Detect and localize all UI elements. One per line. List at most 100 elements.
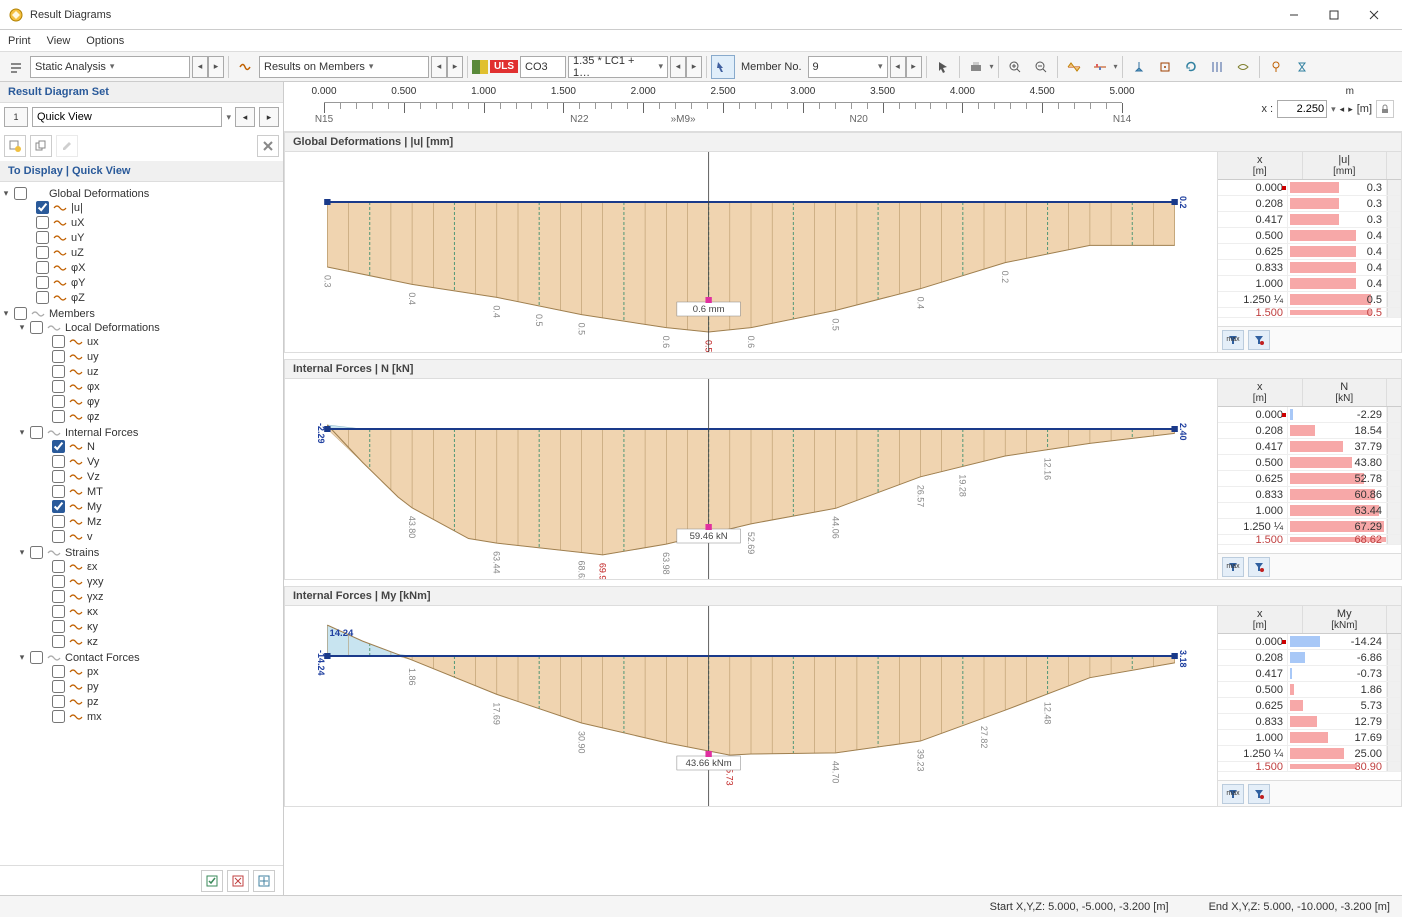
table-row[interactable]: 1.000 63.44 (1218, 503, 1401, 519)
tree-item[interactable]: uy (32, 349, 283, 364)
new-set-icon[interactable] (4, 135, 26, 157)
zoom-in-icon[interactable] (1003, 55, 1027, 79)
chart-svg[interactable]: 43.8063.4468.6269.9463.9852.6944.0626.57… (285, 379, 1217, 579)
tree-item[interactable]: My (32, 499, 283, 514)
table-row[interactable]: 0.500 1.86 (1218, 682, 1401, 698)
filter-point-icon[interactable] (1248, 784, 1270, 804)
table-row[interactable]: 0.000 -14.24 (1218, 634, 1401, 650)
set-next[interactable]: ▸ (259, 107, 279, 127)
tree-group[interactable]: ▾Internal ForcesNVyVzMTMyMzv (16, 425, 283, 545)
invert-check-icon[interactable] (253, 870, 275, 892)
menu-print[interactable]: Print (8, 35, 31, 47)
filter-max-icon[interactable]: max (1222, 330, 1244, 350)
tree-item[interactable]: MT (32, 484, 283, 499)
tree-item[interactable]: φz (32, 409, 283, 424)
chart-svg[interactable]: 0.30.40.40.50.50.60.50.60.50.40.20.2 0.6… (285, 152, 1217, 352)
table-row[interactable]: 0.208 18.54 (1218, 423, 1401, 439)
snap-icon[interactable] (1205, 55, 1229, 79)
tree-item[interactable]: uZ (16, 245, 283, 260)
edit-set-icon[interactable] (56, 135, 78, 157)
filter-max-icon[interactable]: max (1222, 557, 1244, 577)
maximize-button[interactable] (1314, 0, 1354, 30)
table-row[interactable]: 0.833 0.4 (1218, 260, 1401, 276)
tree-item[interactable]: uY (16, 230, 283, 245)
tree-group[interactable]: ▾Contact Forcespxpypzmx (16, 650, 283, 725)
table-row[interactable]: 0.500 0.4 (1218, 228, 1401, 244)
tree-item[interactable]: κy (32, 619, 283, 634)
tree-item[interactable]: εx (32, 559, 283, 574)
tree-item[interactable]: φZ (16, 290, 283, 305)
tree-item[interactable]: px (32, 664, 283, 679)
table-row[interactable]: 1.500 68.62 (1218, 535, 1401, 545)
filter-point-icon[interactable] (1248, 330, 1270, 350)
combo-prev[interactable]: ◂ (670, 56, 686, 78)
tree-item[interactable]: Vz (32, 469, 283, 484)
tree-item[interactable]: κx (32, 604, 283, 619)
tree-item[interactable]: φY (16, 275, 283, 290)
table-row[interactable]: 1.250 ¼ 0.5 (1218, 292, 1401, 308)
tree-item[interactable]: pz (32, 694, 283, 709)
tree-group[interactable]: ▾Local Deformationsuxuyuzφxφyφz (16, 320, 283, 425)
table-row[interactable]: 0.833 12.79 (1218, 714, 1401, 730)
tree-item[interactable]: |u| (16, 200, 283, 215)
set-name-input[interactable] (32, 107, 222, 127)
table-row[interactable]: 1.000 0.4 (1218, 276, 1401, 292)
delete-set-icon[interactable] (257, 135, 279, 157)
combo-next[interactable]: ▸ (686, 56, 702, 78)
member-no-combo[interactable]: 9▾ (808, 56, 888, 78)
table-row[interactable]: 0.000 -2.29 (1218, 407, 1401, 423)
analysis-next[interactable]: ▸ (208, 56, 224, 78)
table-row[interactable]: 0.417 -0.73 (1218, 666, 1401, 682)
table-row[interactable]: 0.000 0.3 (1218, 180, 1401, 196)
table-row[interactable]: 1.500 30.90 (1218, 762, 1401, 772)
member-prev[interactable]: ◂ (890, 56, 906, 78)
table-row[interactable]: 0.625 52.78 (1218, 471, 1401, 487)
tree-group[interactable]: ▾Strainsεxγxyγxzκxκyκz (16, 545, 283, 650)
tree-item[interactable]: Mz (32, 514, 283, 529)
tree-item[interactable]: Vy (32, 454, 283, 469)
tool-b-icon[interactable] (1290, 55, 1314, 79)
results-on-combo[interactable]: Results on Members▾ (259, 56, 429, 78)
analysis-type-combo[interactable]: Static Analysis▾ (30, 56, 190, 78)
tree-item[interactable]: N (32, 439, 283, 454)
combo-desc[interactable]: 1.35 * LC1 + 1…▾ (568, 56, 668, 78)
minimize-button[interactable] (1274, 0, 1314, 30)
tree-group[interactable]: ▾Global Deformations|u|uXuYuZφXφYφZ (0, 186, 283, 306)
section-icon[interactable] (1153, 55, 1177, 79)
ruler[interactable]: 0.0000.5001.0001.5002.0002.5003.0003.500… (284, 82, 1402, 132)
check-all-icon[interactable] (201, 870, 223, 892)
support-icon[interactable] (1127, 55, 1151, 79)
member-next[interactable]: ▸ (906, 56, 922, 78)
diagram-style-2-icon[interactable] (1088, 55, 1112, 79)
table-row[interactable]: 0.625 0.4 (1218, 244, 1401, 260)
tree-item[interactable]: mx (32, 709, 283, 724)
tree-item[interactable]: ux (32, 334, 283, 349)
chart-svg[interactable]: 14.241.8617.6930.9045.7344.7039.2327.821… (285, 606, 1217, 806)
filter-max-icon[interactable]: max (1222, 784, 1244, 804)
uncheck-all-icon[interactable] (227, 870, 249, 892)
tree-item[interactable]: φX (16, 260, 283, 275)
tree-item[interactable]: φy (32, 394, 283, 409)
menu-options[interactable]: Options (86, 35, 124, 47)
tree-item[interactable]: v (32, 529, 283, 544)
table-row[interactable]: 0.417 37.79 (1218, 439, 1401, 455)
table-row[interactable]: 0.208 0.3 (1218, 196, 1401, 212)
combo-code[interactable]: CO3 (520, 56, 566, 78)
envelope-icon[interactable] (1231, 55, 1255, 79)
table-row[interactable]: 1.250 ¼ 25.00 (1218, 746, 1401, 762)
tree-item[interactable]: py (32, 679, 283, 694)
results-prev[interactable]: ◂ (431, 56, 447, 78)
results-icon[interactable] (233, 55, 257, 79)
analysis-prev[interactable]: ◂ (192, 56, 208, 78)
filter-point-icon[interactable] (1248, 557, 1270, 577)
diagram-style-1-icon[interactable] (1062, 55, 1086, 79)
tool-a-icon[interactable] (1264, 55, 1288, 79)
tree-item[interactable]: uX (16, 215, 283, 230)
copy-set-icon[interactable] (30, 135, 52, 157)
tree-item[interactable]: uz (32, 364, 283, 379)
table-row[interactable]: 0.208 -6.86 (1218, 650, 1401, 666)
table-row[interactable]: 0.500 43.80 (1218, 455, 1401, 471)
tree-item[interactable]: φx (32, 379, 283, 394)
results-next[interactable]: ▸ (447, 56, 463, 78)
table-row[interactable]: 1.250 ¼ 67.29 (1218, 519, 1401, 535)
